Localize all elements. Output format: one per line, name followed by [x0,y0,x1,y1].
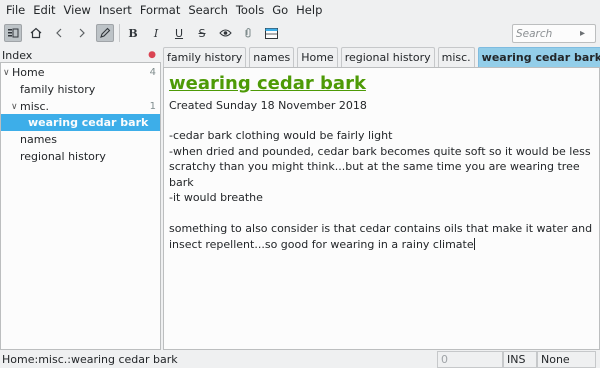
body-line: -when dried and pounded, cedar bark beco… [169,144,595,189]
body-line: something to also consider is that cedar… [169,222,596,251]
created-date: Created Sunday 18 November 2018 [169,99,367,112]
tab-family-history[interactable]: family history [163,47,247,67]
style-indicator: None [537,351,596,368]
chevron-down-icon[interactable]: ∨ [11,102,18,112]
paperclip-icon [245,28,251,38]
eye-icon [218,29,232,37]
tree-item-misc[interactable]: ∨ misc. 1 [1,98,160,115]
tree-item-wearing-cedar-bark[interactable]: wearing cedar bark [1,114,160,131]
menu-format[interactable]: Format [136,0,185,20]
tree-item-label: wearing cedar bark [28,116,149,129]
page-title: wearing cedar bark [169,73,366,94]
preview-button[interactable] [216,24,234,42]
tab-wearing-cedar-bark[interactable]: wearing cedar bark [477,47,600,67]
close-index-icon[interactable]: ● [148,50,156,60]
tree-item-label: misc. [20,100,50,113]
clear-search-icon[interactable]: ▸ [580,28,585,39]
underline-button[interactable]: U [170,24,188,42]
insert-table-button[interactable] [262,24,280,42]
body-line: -it would breathe [169,191,263,204]
body-line: -cedar bark clothing would be fairly lig… [169,129,393,142]
status-page-path: Home:misc.:wearing cedar bark [2,353,178,366]
chevron-down-icon[interactable]: ∨ [3,68,10,78]
italic-button[interactable]: I [147,24,165,42]
edit-mode-button[interactable] [96,24,114,42]
forward-button[interactable] [73,24,91,42]
index-tree: ∨ Home 4 family history ∨ misc. 1 wearin… [0,62,161,350]
item-count-badge: 4 [149,67,156,78]
bold-button[interactable]: B [124,24,142,42]
home-icon [30,27,42,39]
back-button[interactable] [50,24,68,42]
menu-search[interactable]: Search [184,0,232,20]
item-count-badge: 1 [149,101,156,112]
menu-edit[interactable]: Edit [29,0,59,20]
table-icon [264,27,278,39]
search-input[interactable] [516,27,578,40]
page-body[interactable]: -cedar bark clothing would be fairly lig… [169,128,594,252]
tab-names[interactable]: names [249,47,295,67]
index-panel-icon [8,28,19,38]
tree-item-label: Home [12,66,45,79]
menu-tools[interactable]: Tools [232,0,268,20]
text-cursor [473,237,475,250]
menu-bar: File Edit View Insert Format Search Tool… [0,0,600,20]
body-line-last: something to also consider is that cedar… [169,221,594,252]
tree-item-family-history[interactable]: family history [1,81,160,98]
tree-item-label: regional history [20,150,106,163]
index-title: Index [2,48,33,62]
tree-item-regional-history[interactable]: regional history [1,148,160,165]
toolbar: B I U S [0,20,600,46]
menu-view[interactable]: View [60,0,95,20]
insert-mode-indicator: INS [503,351,537,368]
strikethrough-button[interactable]: S [193,24,211,42]
toolbar-separator [119,24,120,42]
pathbar: family history names Home regional histo… [163,47,600,67]
menu-go[interactable]: Go [268,0,292,20]
status-bar: Home:misc.:wearing cedar bark 0 Backlink… [0,351,600,368]
tab-home[interactable]: Home [297,47,338,67]
chevron-left-icon [56,28,62,38]
backlinks-button[interactable]: 0 Backlinks... [437,351,503,368]
tab-regional-history[interactable]: regional history [340,47,435,67]
attach-button[interactable] [239,24,257,42]
pencil-icon [100,27,111,38]
tree-item-home[interactable]: ∨ Home 4 [1,64,160,81]
menu-file[interactable]: File [2,0,29,20]
tree-item-names[interactable]: names [1,131,160,148]
body-line [169,206,594,222]
chevron-right-icon [79,28,85,38]
index-header: Index ● [0,48,160,62]
menu-insert[interactable]: Insert [95,0,136,20]
home-button[interactable] [27,24,45,42]
toggle-index-button[interactable] [4,24,22,42]
tree-item-label: family history [20,83,96,96]
menu-help[interactable]: Help [292,0,326,20]
search-box: ▸ [512,24,596,43]
page-editor[interactable]: wearing cedar bark Created Sunday 18 Nov… [163,67,600,350]
tab-misc[interactable]: misc. [437,47,475,67]
tree-item-label: names [20,133,57,146]
